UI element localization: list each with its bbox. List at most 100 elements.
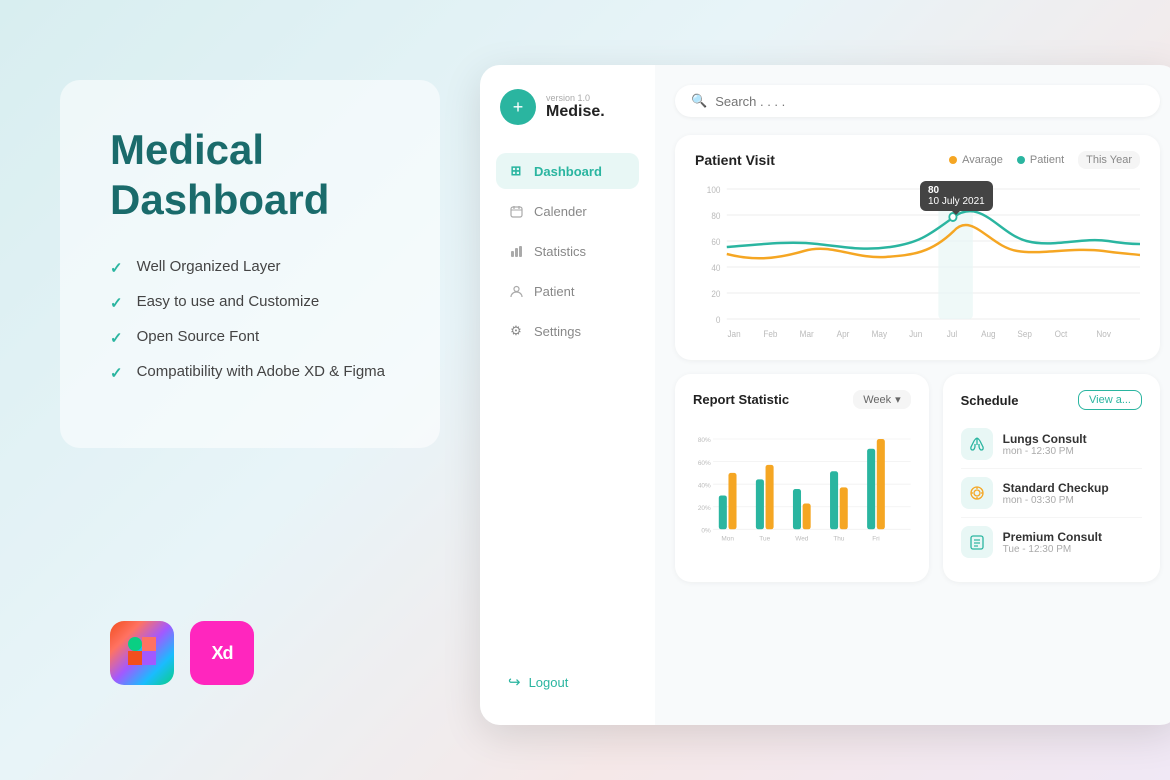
svg-text:20: 20 bbox=[711, 289, 720, 299]
schedule-time: Tue - 12:30 PM bbox=[1003, 544, 1102, 555]
svg-text:Thu: Thu bbox=[833, 536, 845, 543]
tooltip-bubble: 80 10 July 2021 bbox=[920, 181, 993, 211]
legend-average: Avarage bbox=[949, 154, 1003, 166]
svg-text:100: 100 bbox=[707, 185, 721, 195]
calendar-icon bbox=[508, 203, 524, 219]
bottom-row: Report Statistic Week ▾ 80% 60% 40% 20% … bbox=[675, 374, 1160, 582]
check-icon: ✓ bbox=[110, 259, 123, 277]
svg-text:0: 0 bbox=[716, 315, 721, 325]
svg-text:Mar: Mar bbox=[800, 329, 814, 339]
chart-header: Patient Visit Avarage Patient This Year bbox=[695, 151, 1140, 169]
feature-item: ✓ Easy to use and Customize bbox=[110, 293, 390, 312]
nav-item-settings[interactable]: ⚙ Settings bbox=[496, 313, 639, 349]
feature-item: ✓ Open Source Font bbox=[110, 328, 390, 347]
patient-visit-svg: 100 80 60 40 20 0 Jan bbox=[695, 179, 1140, 339]
brand-name: Medise. bbox=[546, 103, 605, 121]
brand-icon: + bbox=[500, 89, 536, 125]
check-icon: ✓ bbox=[110, 294, 123, 312]
logout-button[interactable]: ↪ Logout bbox=[496, 663, 639, 701]
schedule-card: Schedule View a... Lungs Consult mon - 1… bbox=[943, 374, 1160, 582]
svg-text:Fri: Fri bbox=[872, 536, 880, 543]
patient-visit-card: Patient Visit Avarage Patient This Year … bbox=[675, 135, 1160, 360]
logos-row: Xd bbox=[110, 621, 254, 685]
xd-label: Xd bbox=[211, 643, 232, 664]
feature-list: ✓ Well Organized Layer ✓ Easy to use and… bbox=[110, 258, 390, 382]
search-icon: 🔍 bbox=[691, 93, 707, 109]
svg-text:Sep: Sep bbox=[1017, 329, 1032, 339]
svg-text:Jun: Jun bbox=[909, 329, 922, 339]
schedule-info-premium: Premium Consult Tue - 12:30 PM bbox=[1003, 530, 1102, 555]
dashboard-icon: ⊞ bbox=[508, 163, 524, 179]
svg-text:Jul: Jul bbox=[947, 329, 958, 339]
svg-text:Nov: Nov bbox=[1096, 329, 1111, 339]
nav-item-patient[interactable]: Patient bbox=[496, 273, 639, 309]
lungs-icon bbox=[961, 428, 993, 460]
svg-text:60: 60 bbox=[711, 237, 720, 247]
check-icon: ✓ bbox=[110, 364, 123, 382]
logout-icon: ↪ bbox=[508, 673, 521, 691]
chart-svg-wrap: 80 10 July 2021 100 80 60 40 20 bbox=[695, 179, 1140, 344]
svg-text:Jan: Jan bbox=[727, 329, 740, 339]
svg-text:Apr: Apr bbox=[837, 329, 850, 339]
feature-item: ✓ Well Organized Layer bbox=[110, 258, 390, 277]
patient-icon bbox=[508, 283, 524, 299]
schedule-header: Schedule View a... bbox=[961, 390, 1142, 410]
svg-text:Aug: Aug bbox=[981, 329, 996, 339]
svg-text:60%: 60% bbox=[698, 460, 711, 467]
nav-label-settings: Settings bbox=[534, 324, 581, 339]
left-panel: Medical Dashboard ✓ Well Organized Layer… bbox=[60, 80, 440, 448]
schedule-title: Schedule bbox=[961, 393, 1019, 408]
svg-text:40: 40 bbox=[711, 263, 720, 273]
xd-logo: Xd bbox=[190, 621, 254, 685]
schedule-name: Premium Consult bbox=[1003, 530, 1102, 544]
svg-text:80: 80 bbox=[711, 211, 720, 221]
search-input[interactable] bbox=[715, 94, 1144, 109]
main-content: 🔍 Patient Visit Avarage Patient This Yea… bbox=[655, 65, 1170, 725]
sidebar: + version 1.0 Medise. ⊞ Dashboard bbox=[480, 65, 655, 725]
schedule-item-lungs: Lungs Consult mon - 12:30 PM bbox=[961, 420, 1142, 469]
svg-text:Wed: Wed bbox=[795, 536, 809, 543]
search-bar[interactable]: 🔍 bbox=[675, 85, 1160, 117]
legend-patient: Patient bbox=[1017, 154, 1064, 166]
dot-patient bbox=[1017, 156, 1025, 164]
svg-text:20%: 20% bbox=[698, 505, 711, 512]
svg-text:Mon: Mon bbox=[721, 536, 734, 543]
schedule-name: Standard Checkup bbox=[1003, 481, 1109, 495]
svg-text:Feb: Feb bbox=[763, 329, 777, 339]
report-header: Report Statistic Week ▾ bbox=[693, 390, 911, 409]
settings-icon: ⚙ bbox=[508, 323, 524, 339]
nav-label-dashboard: Dashboard bbox=[534, 164, 602, 179]
schedule-info-standard: Standard Checkup mon - 03:30 PM bbox=[1003, 481, 1109, 506]
schedule-item-premium: Premium Consult Tue - 12:30 PM bbox=[961, 518, 1142, 566]
svg-text:Oct: Oct bbox=[1055, 329, 1068, 339]
chart-legend: Avarage Patient This Year bbox=[949, 151, 1140, 169]
nav-label-patient: Patient bbox=[534, 284, 574, 299]
view-all-button[interactable]: View a... bbox=[1078, 390, 1142, 410]
logout-label: Logout bbox=[529, 675, 569, 690]
nav-label-calender: Calender bbox=[534, 204, 587, 219]
schedule-item-standard: Standard Checkup mon - 03:30 PM bbox=[961, 469, 1142, 518]
dashboard-card: + version 1.0 Medise. ⊞ Dashboard bbox=[480, 65, 1170, 725]
statistics-icon bbox=[508, 243, 524, 259]
chevron-down-icon: ▾ bbox=[895, 393, 901, 406]
main-heading: Medical Dashboard bbox=[110, 125, 390, 226]
report-statistic-card: Report Statistic Week ▾ 80% 60% 40% 20% … bbox=[675, 374, 929, 582]
premium-icon bbox=[961, 526, 993, 558]
schedule-time: mon - 03:30 PM bbox=[1003, 495, 1109, 506]
nav-item-statistics[interactable]: Statistics bbox=[496, 233, 639, 269]
nav-item-calender[interactable]: Calender bbox=[496, 193, 639, 229]
report-title: Report Statistic bbox=[693, 392, 789, 407]
brand-version: version 1.0 bbox=[546, 93, 605, 103]
dot-average bbox=[949, 156, 957, 164]
schedule-name: Lungs Consult bbox=[1003, 432, 1087, 446]
nav-item-dashboard[interactable]: ⊞ Dashboard bbox=[496, 153, 639, 189]
report-statistic-svg: 80% 60% 40% 20% 0% bbox=[693, 419, 911, 559]
feature-item: ✓ Compatibility with Adobe XD & Figma bbox=[110, 363, 390, 382]
svg-text:0%: 0% bbox=[701, 528, 711, 535]
svg-text:40%: 40% bbox=[698, 482, 711, 489]
check-icon: ✓ bbox=[110, 329, 123, 347]
week-dropdown[interactable]: Week ▾ bbox=[853, 390, 910, 409]
svg-text:May: May bbox=[872, 329, 888, 339]
schedule-time: mon - 12:30 PM bbox=[1003, 446, 1087, 457]
chart-title: Patient Visit bbox=[695, 152, 775, 168]
